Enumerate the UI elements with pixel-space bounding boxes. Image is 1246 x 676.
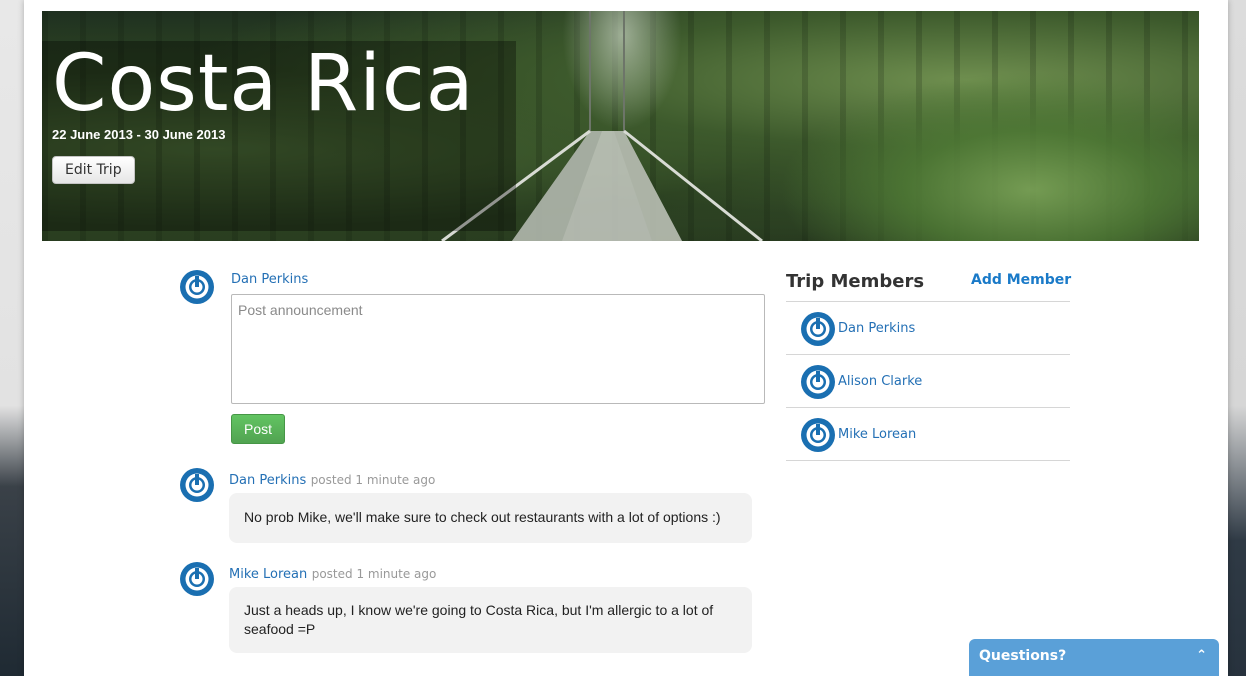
composer-avatar [180, 270, 214, 304]
announcement-input[interactable] [231, 294, 765, 404]
trip-page: Costa Rica 22 June 2013 - 30 June 2013 E… [24, 0, 1228, 676]
post-meta: Mike Lorean posted 1 minute ago [229, 565, 436, 583]
background-left-edge [0, 0, 24, 676]
member-avatar [801, 418, 835, 452]
user-avatar-icon [803, 367, 833, 397]
post-body: Just a heads up, I know we're going to C… [229, 587, 752, 653]
user-avatar-icon [803, 420, 833, 450]
member-avatar [801, 365, 835, 399]
member-name-link[interactable]: Alison Clarke [838, 374, 922, 389]
user-avatar-icon [803, 314, 833, 344]
members-list: Dan Perkins Alison Clarke Mike Lorean [786, 301, 1070, 461]
post-avatar [180, 468, 214, 502]
add-member-link[interactable]: Add Member [971, 272, 1071, 288]
post-meta: Dan Perkins posted 1 minute ago [229, 471, 435, 489]
post-button[interactable]: Post [231, 414, 285, 444]
trip-hero-banner: Costa Rica 22 June 2013 - 30 June 2013 E… [42, 11, 1199, 241]
questions-label: Questions? [979, 648, 1067, 664]
post-avatar [180, 562, 214, 596]
member-item: Dan Perkins [786, 302, 1070, 355]
user-avatar-icon [182, 272, 212, 302]
member-avatar [801, 312, 835, 346]
trip-members-heading: Trip Members [786, 271, 925, 292]
member-name-link[interactable]: Dan Perkins [838, 321, 915, 336]
member-item: Alison Clarke [786, 355, 1070, 408]
trip-title: Costa Rica [52, 39, 475, 129]
post-time: posted 1 minute ago [310, 473, 436, 487]
user-avatar-icon [182, 470, 212, 500]
user-avatar-icon [182, 564, 212, 594]
edit-trip-button[interactable]: Edit Trip [52, 156, 135, 184]
member-name-link[interactable]: Mike Lorean [838, 427, 916, 442]
chevron-up-icon[interactable]: ⌃ [1196, 648, 1207, 663]
post-body: No prob Mike, we'll make sure to check o… [229, 493, 752, 543]
trip-dates: 22 June 2013 - 30 June 2013 [52, 127, 226, 142]
questions-help-tab[interactable]: Questions? ⌃ [969, 639, 1219, 676]
post-time: posted 1 minute ago [311, 567, 437, 581]
background-right-edge [1228, 0, 1246, 676]
post-author-link[interactable]: Dan Perkins [229, 473, 306, 488]
post-author-link[interactable]: Mike Lorean [229, 567, 307, 582]
composer-author-link[interactable]: Dan Perkins [231, 272, 308, 287]
member-item: Mike Lorean [786, 408, 1070, 461]
